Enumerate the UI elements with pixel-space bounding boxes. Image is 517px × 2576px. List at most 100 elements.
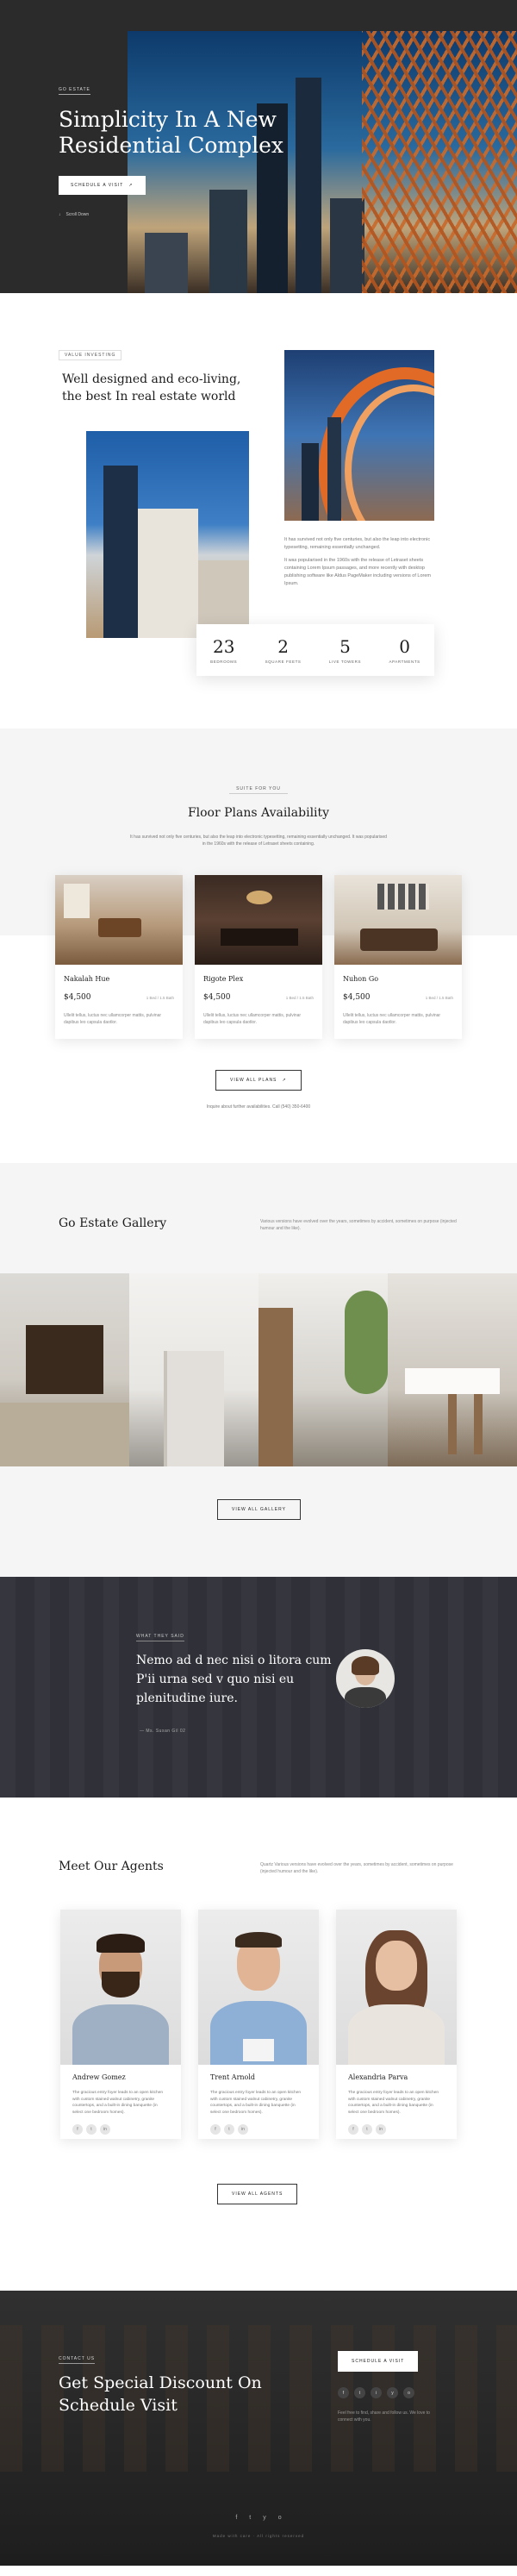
- other-social-icon[interactable]: o: [278, 2515, 282, 2521]
- about-paragraph-2: It was popularised in the 1960s with the…: [284, 558, 431, 586]
- youtube-icon[interactable]: y: [387, 2387, 398, 2398]
- linkedin-icon[interactable]: in: [238, 2124, 248, 2135]
- living-room-image: [334, 875, 462, 965]
- agent-bio: The gracious entry foyer leads to an ope…: [72, 2091, 164, 2115]
- card-meta: 1 Bed / 1.5 Bath: [146, 996, 174, 1000]
- agents-section: Meet Our Agents Quartz Various versions …: [0, 1798, 517, 2291]
- card-text: Ullelit tellus, luctus nec ullamcorper m…: [203, 1013, 302, 1025]
- cta-text: Feel free to find, share and follow us. …: [338, 2410, 430, 2423]
- kitchen-image: [195, 875, 322, 965]
- stat-item: 2 Square Feets: [265, 637, 302, 664]
- stats-box: 23 Bedrooms 2 Square Feets 5 Live Towers…: [196, 624, 434, 676]
- about-paragraph-1: It has survived not only five centuries,…: [284, 537, 431, 550]
- view-all-gallery-label: View All Gallery: [232, 1507, 286, 1512]
- arrow-icon: ↗: [128, 183, 134, 188]
- scroll-down-label: Scroll Down: [65, 212, 90, 217]
- agent-photo: [60, 1910, 181, 2065]
- gallery-image[interactable]: [129, 1273, 258, 1466]
- agents-title: Meet Our Agents: [59, 1860, 164, 1873]
- twitter-icon[interactable]: t: [86, 2124, 97, 2135]
- agent-name: Trent Arnold: [210, 2073, 256, 2081]
- schedule-visit-button[interactable]: Schedule A Visit ↗: [59, 176, 146, 195]
- facebook-icon[interactable]: f: [210, 2124, 221, 2135]
- building-image: [86, 431, 249, 638]
- cta-eyebrow: Contact Us: [59, 2356, 96, 2364]
- about-title: Well designed and eco-living, the best I…: [62, 372, 241, 403]
- agent-card[interactable]: Alexandria Parva The gracious entry foye…: [336, 1910, 457, 2139]
- footer-cta-section: Contact Us Get Special Discount On Sched…: [0, 2291, 517, 2566]
- twitter-icon[interactable]: t: [224, 2124, 234, 2135]
- copyright: Made with care · All rights reserved: [212, 2534, 305, 2538]
- instagram-icon[interactable]: i: [371, 2387, 382, 2398]
- card-text: Ullelit tellus, luctus nec ullamcorper m…: [343, 1013, 441, 1025]
- facebook-icon[interactable]: f: [235, 2515, 237, 2521]
- facebook-icon[interactable]: f: [348, 2124, 358, 2135]
- twitter-icon[interactable]: t: [354, 2387, 365, 2398]
- about-eyebrow: Value Investing: [59, 350, 122, 360]
- gallery-section: Go Estate Gallery Various versions have …: [0, 1163, 517, 1577]
- view-all-plans-label: View All Plans: [230, 1078, 277, 1083]
- twitter-icon[interactable]: t: [362, 2124, 372, 2135]
- stat-value: 0: [399, 635, 410, 657]
- dining-room-image: [55, 875, 183, 965]
- view-all-plans-button[interactable]: View All Plans ↗: [215, 1070, 302, 1091]
- footer-schedule-visit-label: Schedule A Visit: [352, 2359, 405, 2364]
- floor-title: Floor Plans Availability: [187, 806, 330, 820]
- twitter-icon[interactable]: t: [249, 2515, 251, 2521]
- linkedin-icon[interactable]: in: [100, 2124, 110, 2135]
- agent-photo: [336, 1910, 457, 2065]
- stat-item: 5 Live Towers: [329, 637, 361, 664]
- hero-section: Go Estate Simplicity In A New Residentia…: [0, 0, 517, 293]
- gallery-description: Various versions have evolved over the y…: [260, 1219, 457, 1231]
- hero-title: Simplicity In A New Residential Complex: [59, 107, 284, 158]
- cta-title: Get Special Discount On Schedule Visit: [59, 2373, 262, 2415]
- floor-note: Inquire about further availabilities. Ca…: [206, 1104, 311, 1110]
- gallery-image[interactable]: [258, 1273, 388, 1466]
- card-meta: 1 Bed / 1.5 Bath: [285, 996, 314, 1000]
- card-title: Nakalah Hue: [64, 975, 110, 983]
- agent-bio: The gracious entry foyer leads to an ope…: [348, 2091, 439, 2115]
- scroll-down-link[interactable]: ↓ Scroll Down: [59, 212, 317, 217]
- card-title: Rigote Plex: [203, 975, 244, 983]
- footer-schedule-visit-button[interactable]: Schedule A Visit: [338, 2351, 419, 2372]
- floor-plan-card[interactable]: Nakalah Hue $4,500 1 Bed / 1.5 Bath Ulle…: [55, 875, 183, 1039]
- agent-card[interactable]: Andrew Gomez The gracious entry foyer le…: [60, 1910, 181, 2139]
- agent-photo: [198, 1910, 319, 2065]
- arrow-icon: ↗: [282, 1078, 287, 1083]
- stat-value: 2: [277, 635, 289, 657]
- agent-bio: The gracious entry foyer leads to an ope…: [210, 2091, 302, 2115]
- testimonial-eyebrow: What They Said: [136, 1634, 184, 1641]
- testimonial-section: What They Said Nemo ad d nec nisi o lito…: [0, 1577, 517, 1798]
- agents-description: Quartz Various versions have evolved ove…: [260, 1862, 453, 1874]
- view-all-agents-button[interactable]: View All Agents: [217, 2184, 298, 2204]
- agent-card[interactable]: Trent Arnold The gracious entry foyer le…: [198, 1910, 319, 2139]
- floor-eyebrow: Suite For You: [229, 786, 288, 794]
- stat-label: Square Feets: [265, 659, 302, 664]
- youtube-icon[interactable]: y: [263, 2515, 266, 2521]
- floor-plans-section: Suite For You Floor Plans Availability I…: [0, 728, 517, 1163]
- stat-label: Bedrooms: [210, 659, 238, 664]
- hero-eyebrow: Go Estate: [59, 87, 90, 95]
- gallery-image[interactable]: [0, 1273, 129, 1466]
- avatar: [336, 1649, 395, 1708]
- other-social-icon[interactable]: o: [403, 2387, 414, 2398]
- card-meta: 1 Bed / 1.5 Bath: [425, 996, 453, 1000]
- floor-plan-card[interactable]: Rigote Plex $4,500 1 Bed / 1.5 Bath Ulle…: [195, 875, 322, 1039]
- linkedin-icon[interactable]: in: [376, 2124, 386, 2135]
- facebook-icon[interactable]: f: [338, 2387, 349, 2398]
- card-price: $4,500: [64, 993, 91, 1002]
- card-price: $4,500: [203, 993, 231, 1002]
- card-text: Ullelit tellus, luctus nec ullamcorper m…: [64, 1013, 162, 1025]
- stat-label: Live Towers: [328, 659, 362, 664]
- stat-label: Apartments: [389, 659, 420, 664]
- floor-plan-card[interactable]: Nuhon Go $4,500 1 Bed / 1.5 Bath Ullelit…: [334, 875, 462, 1039]
- testimonial-author: — Ms. Susan Gil 02: [140, 1729, 186, 1734]
- about-section: Value Investing Well designed and eco-li…: [0, 293, 517, 728]
- card-title: Nuhon Go: [343, 975, 379, 983]
- gallery-image[interactable]: [388, 1273, 517, 1466]
- view-all-gallery-button[interactable]: View All Gallery: [217, 1499, 301, 1520]
- facebook-icon[interactable]: f: [72, 2124, 83, 2135]
- stat-value: 5: [339, 635, 351, 657]
- agent-name: Andrew Gomez: [72, 2073, 126, 2081]
- agent-name: Alexandria Parva: [348, 2073, 408, 2081]
